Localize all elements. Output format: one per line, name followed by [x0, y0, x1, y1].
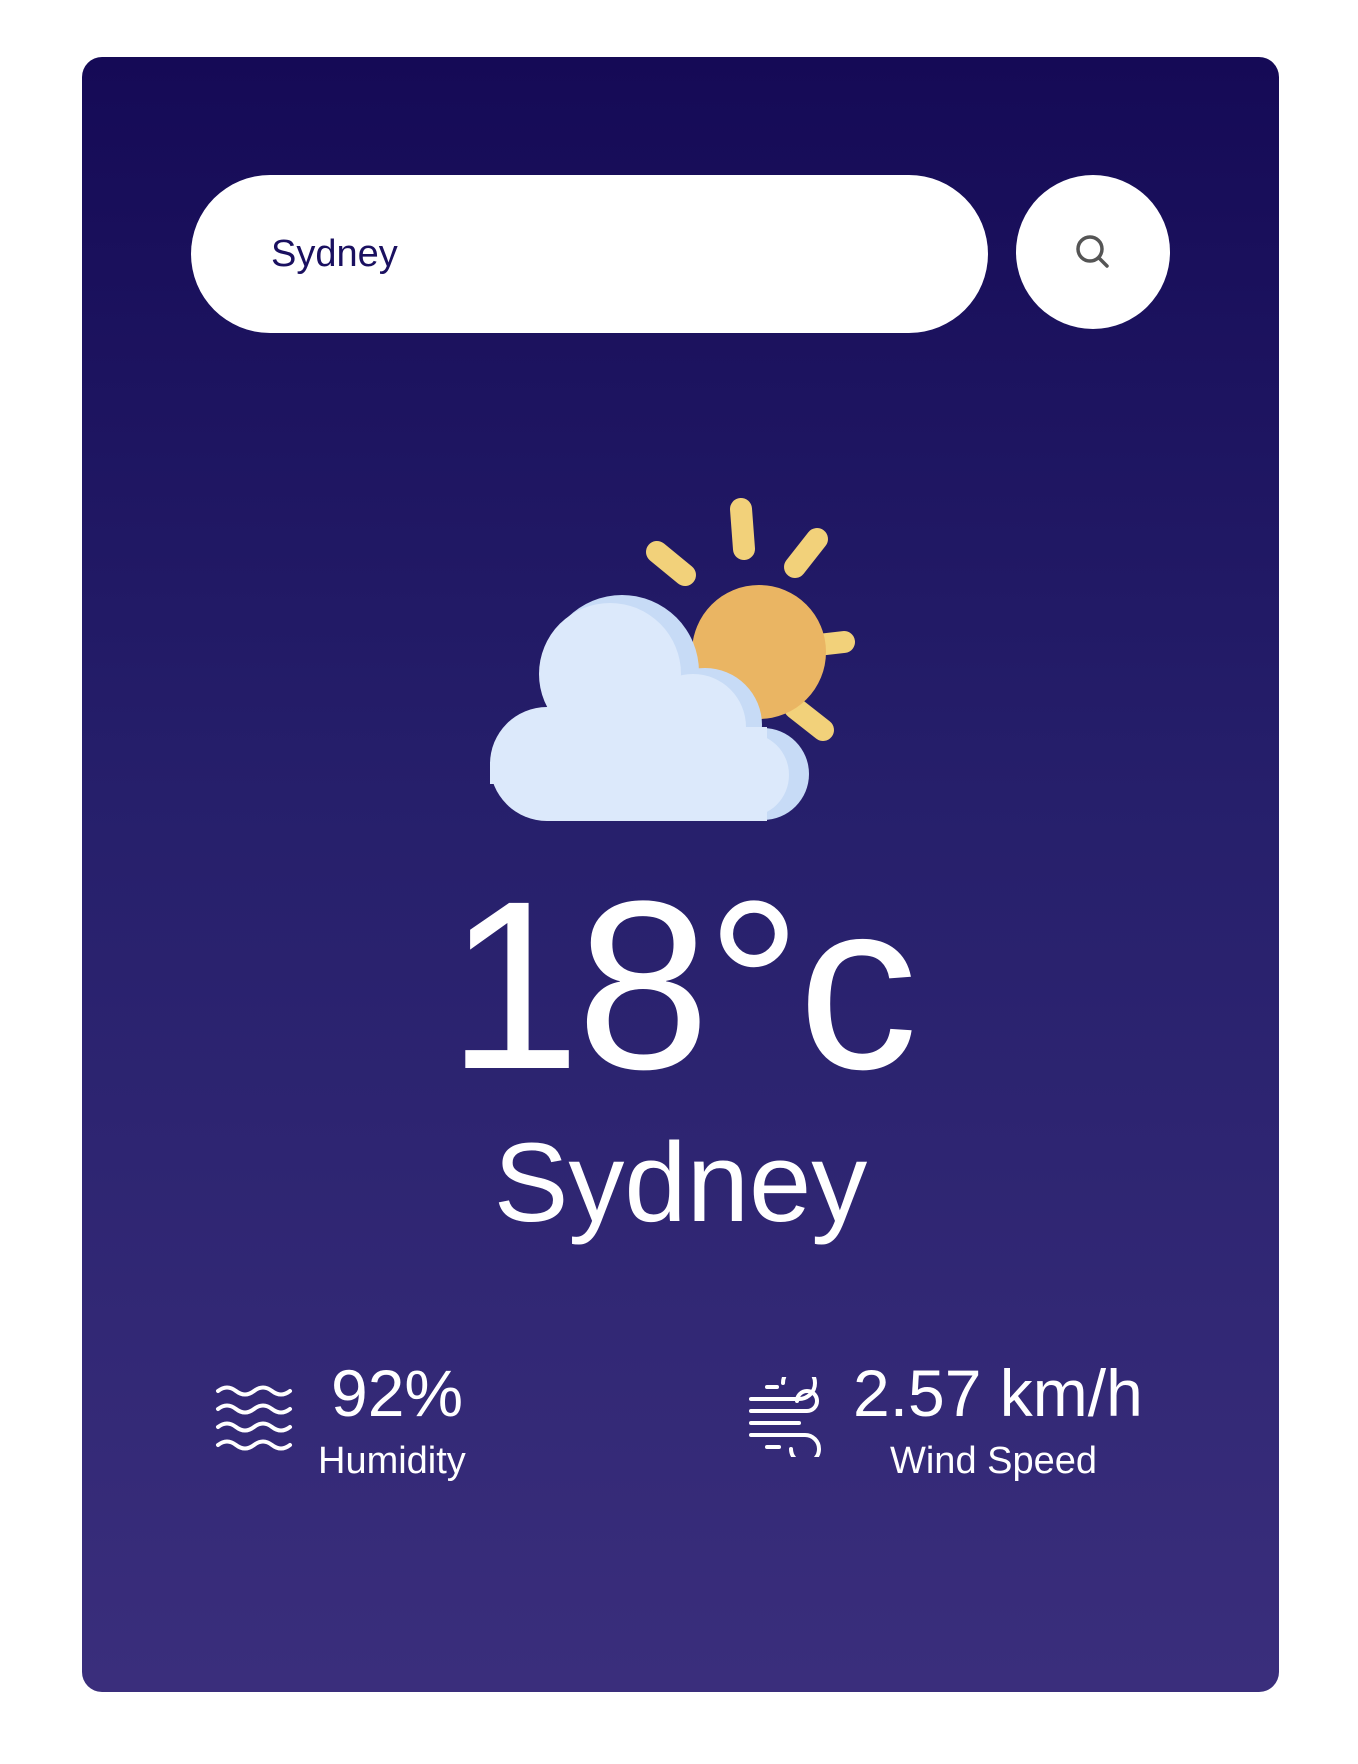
search-icon	[1076, 235, 1109, 268]
search-bar	[191, 175, 1171, 333]
weather-card: 18°c Sydney 92% Humidity 2.57 km/h	[82, 57, 1279, 1692]
humidity-label: Humidity	[318, 1440, 466, 1482]
partly-cloudy-icon	[490, 498, 855, 821]
temperature: 18°c	[447, 851, 918, 1119]
wind-speed-label: Wind Speed	[890, 1440, 1098, 1482]
search-button[interactable]	[1016, 175, 1170, 329]
humidity-value: 92%	[331, 1356, 464, 1430]
humidity-waves-icon	[216, 1385, 292, 1451]
wind-icon	[749, 1377, 821, 1457]
search-input[interactable]	[191, 175, 988, 333]
city-name: Sydney	[493, 1120, 868, 1245]
wind-speed-value: 2.57 km/h	[853, 1356, 1143, 1430]
